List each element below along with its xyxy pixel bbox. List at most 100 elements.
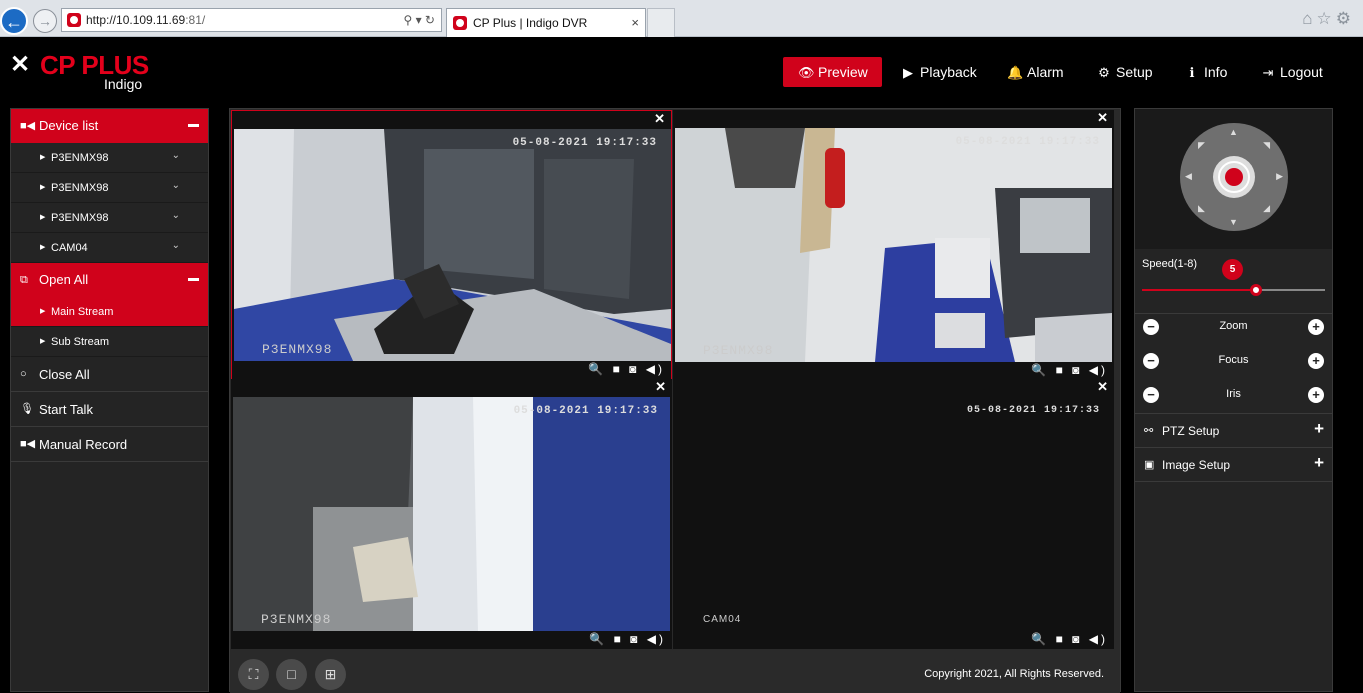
- arrow-up-icon[interactable]: ▲: [1229, 127, 1238, 137]
- address-tools[interactable]: ⚲ ▾ ↻: [403, 9, 435, 31]
- tab-close-icon[interactable]: ×: [631, 9, 639, 37]
- focus-control: − Focus +: [1135, 346, 1332, 376]
- feed-image: [675, 128, 1112, 362]
- device-item[interactable]: ▶ CAM04 ⌄: [11, 233, 208, 263]
- favorites-star-icon[interactable]: ☆: [1317, 9, 1336, 28]
- expand-plus-icon[interactable]: +: [1314, 412, 1324, 446]
- close-icon[interactable]: ✕: [654, 111, 665, 127]
- nav-alarm[interactable]: 🔔 Alarm: [1007, 57, 1064, 87]
- close-all-label: Close All: [39, 367, 90, 382]
- url-host: http://10.109.11.69: [86, 13, 186, 27]
- device-item[interactable]: ▶ P3ENMX98 ⌄: [11, 173, 208, 203]
- cell-tools-icons[interactable]: 🔍 ■ ◙ ◀): [588, 362, 665, 376]
- quad-view-icon[interactable]: ⊞: [315, 659, 346, 690]
- arrow-up-left-icon[interactable]: ◤: [1198, 140, 1205, 151]
- video-cell[interactable]: ✕ 05-08-2021 19:17:33 P3ENMX98 🔍 ■ ◙ ◀): [673, 110, 1114, 380]
- collapse-minus-icon[interactable]: [188, 124, 199, 127]
- home-icon[interactable]: ⌂: [1302, 9, 1316, 28]
- close-icon[interactable]: ✕: [1097, 110, 1108, 126]
- new-tab-button[interactable]: [647, 8, 675, 37]
- chevron-down-icon[interactable]: ⌄: [172, 201, 180, 231]
- arrow-down-left-icon[interactable]: ◣: [1198, 203, 1205, 214]
- close-all-button[interactable]: ○ Close All: [11, 357, 208, 392]
- open-all-label: Open All: [39, 272, 89, 287]
- external-link-icon: ⧉: [20, 274, 28, 286]
- close-icon[interactable]: ✕: [1097, 379, 1108, 395]
- circle-icon: ○: [20, 368, 27, 380]
- arrow-down-right-icon[interactable]: ◢: [1263, 203, 1270, 214]
- arrow-left-icon[interactable]: ◀: [1185, 171, 1192, 182]
- address-bar[interactable]: http://10.109.11.69:81/ ⚲ ▾ ↻: [61, 8, 442, 32]
- ptz-panel: ▲ ▼ ◀ ▶ ◤ ◥ ◣ ◢ Speed(1-8) 5 − Zoom + − …: [1134, 108, 1333, 692]
- forward-arrow-icon[interactable]: →: [33, 9, 57, 33]
- arrow-down-icon[interactable]: ▼: [1229, 217, 1238, 227]
- device-label: P3ENMX98: [51, 212, 109, 224]
- browser-tab[interactable]: CP Plus | Indigo DVR ×: [446, 8, 646, 37]
- nav-label: Playback: [920, 64, 977, 80]
- nav-playback[interactable]: ▶ Playback: [900, 57, 977, 87]
- browser-icons: ⌂☆⚙: [1302, 9, 1355, 29]
- chevron-down-icon[interactable]: ⌄: [172, 171, 180, 201]
- url-port: :81/: [185, 13, 206, 27]
- focus-plus-icon[interactable]: +: [1308, 353, 1324, 369]
- expand-plus-icon[interactable]: +: [1314, 446, 1324, 480]
- nav-preview[interactable]: 👁 Preview: [783, 57, 882, 87]
- device-item[interactable]: ▶ P3ENMX98 ⌄: [11, 143, 208, 173]
- speed-slider-thumb[interactable]: [1250, 284, 1262, 296]
- video-cell[interactable]: ✕ 05-08-2021 19:17:33 CAM04 🔍 ■ ◙ ◀): [673, 379, 1114, 649]
- caret-right-icon: ▶: [40, 184, 46, 191]
- sub-stream-item[interactable]: ▶ Sub Stream: [11, 327, 208, 357]
- cell-tools-icons[interactable]: 🔍 ■ ◙ ◀): [589, 632, 666, 646]
- browser-toolbar: ← → http://10.109.11.69:81/ ⚲ ▾ ↻ CP Plu…: [0, 0, 1363, 37]
- tab-favicon-icon: [453, 16, 467, 30]
- nav-setup[interactable]: ⚙ Setup: [1096, 57, 1152, 87]
- cell-header: ✕: [231, 379, 672, 397]
- video-cell[interactable]: ✕ 05-08-2021 19:17:33 P3ENMX98 🔍 ■ ◙ ◀): [231, 110, 672, 380]
- collapse-minus-icon[interactable]: [188, 278, 199, 281]
- play-icon: ▶: [903, 65, 913, 80]
- single-view-icon[interactable]: □: [276, 659, 307, 690]
- ptz-setup-row[interactable]: ⚯ PTZ Setup +: [1135, 414, 1332, 448]
- close-icon[interactable]: ✕: [655, 379, 666, 395]
- arrow-right-icon[interactable]: ▶: [1276, 171, 1283, 182]
- main-stream-item[interactable]: ▶ Main Stream: [11, 297, 208, 327]
- device-list-header[interactable]: ■◀ Device list: [11, 109, 208, 143]
- ptz-center-button[interactable]: [1213, 156, 1255, 198]
- nav-logout[interactable]: ⇥ Logout: [1260, 57, 1323, 87]
- center-ring-icon: [1218, 161, 1250, 193]
- manual-record-button[interactable]: ■◀ Manual Record: [11, 427, 208, 462]
- cam-timestamp: 05-08-2021 19:17:33: [966, 405, 1100, 416]
- camera-feed: [233, 397, 670, 631]
- open-all-header[interactable]: ⧉ Open All: [11, 263, 208, 297]
- tab-title: CP Plus | Indigo DVR: [473, 16, 588, 30]
- cell-footer: 🔍 ■ ◙ ◀): [232, 361, 671, 379]
- nav-info[interactable]: ℹ Info: [1184, 57, 1228, 87]
- settings-gear-icon[interactable]: ⚙: [1336, 9, 1355, 28]
- start-talk-button[interactable]: 🎙 Start Talk: [11, 392, 208, 427]
- image-setup-row[interactable]: ▣ Image Setup +: [1135, 448, 1332, 482]
- back-arrow-icon[interactable]: ←: [0, 7, 28, 35]
- info-icon: ℹ: [1189, 65, 1195, 80]
- iris-control: − Iris +: [1135, 380, 1332, 410]
- chevron-down-icon[interactable]: ⌄: [172, 231, 180, 261]
- chevron-down-icon[interactable]: ⌄: [172, 141, 180, 171]
- image-icon: ▣: [1144, 459, 1155, 471]
- device-item[interactable]: ▶ P3ENMX98 ⌄: [11, 203, 208, 233]
- device-label: P3ENMX98: [51, 152, 109, 164]
- zoom-in-plus-icon[interactable]: +: [1308, 319, 1324, 335]
- iris-label: Iris: [1226, 388, 1241, 400]
- cell-tools-icons[interactable]: 🔍 ■ ◙ ◀): [1031, 363, 1108, 377]
- speed-slider[interactable]: [1142, 284, 1325, 296]
- ptz-direction-ring[interactable]: ▲ ▼ ◀ ▶ ◤ ◥ ◣ ◢: [1180, 123, 1288, 231]
- arrow-up-right-icon[interactable]: ◥: [1263, 140, 1270, 151]
- fullscreen-icon[interactable]: ⛶: [238, 659, 269, 690]
- device-list-label: Device list: [39, 118, 99, 133]
- cam-label: P3ENMX98: [262, 342, 333, 357]
- cell-footer: 🔍 ■ ◙ ◀): [673, 631, 1114, 649]
- bell-icon: 🔔: [1007, 65, 1024, 80]
- cell-tools-icons[interactable]: 🔍 ■ ◙ ◀): [1031, 632, 1108, 646]
- site-favicon-icon: [67, 13, 81, 27]
- iris-plus-icon[interactable]: +: [1308, 387, 1324, 403]
- video-cell[interactable]: ✕ 05-08-2021 19:17:33 P3ENMX98 🔍 ■ ◙ ◀): [231, 379, 672, 649]
- video-bottom-bar: ⛶ □ ⊞ Copyright 2021, All Rights Reserve…: [230, 649, 1120, 693]
